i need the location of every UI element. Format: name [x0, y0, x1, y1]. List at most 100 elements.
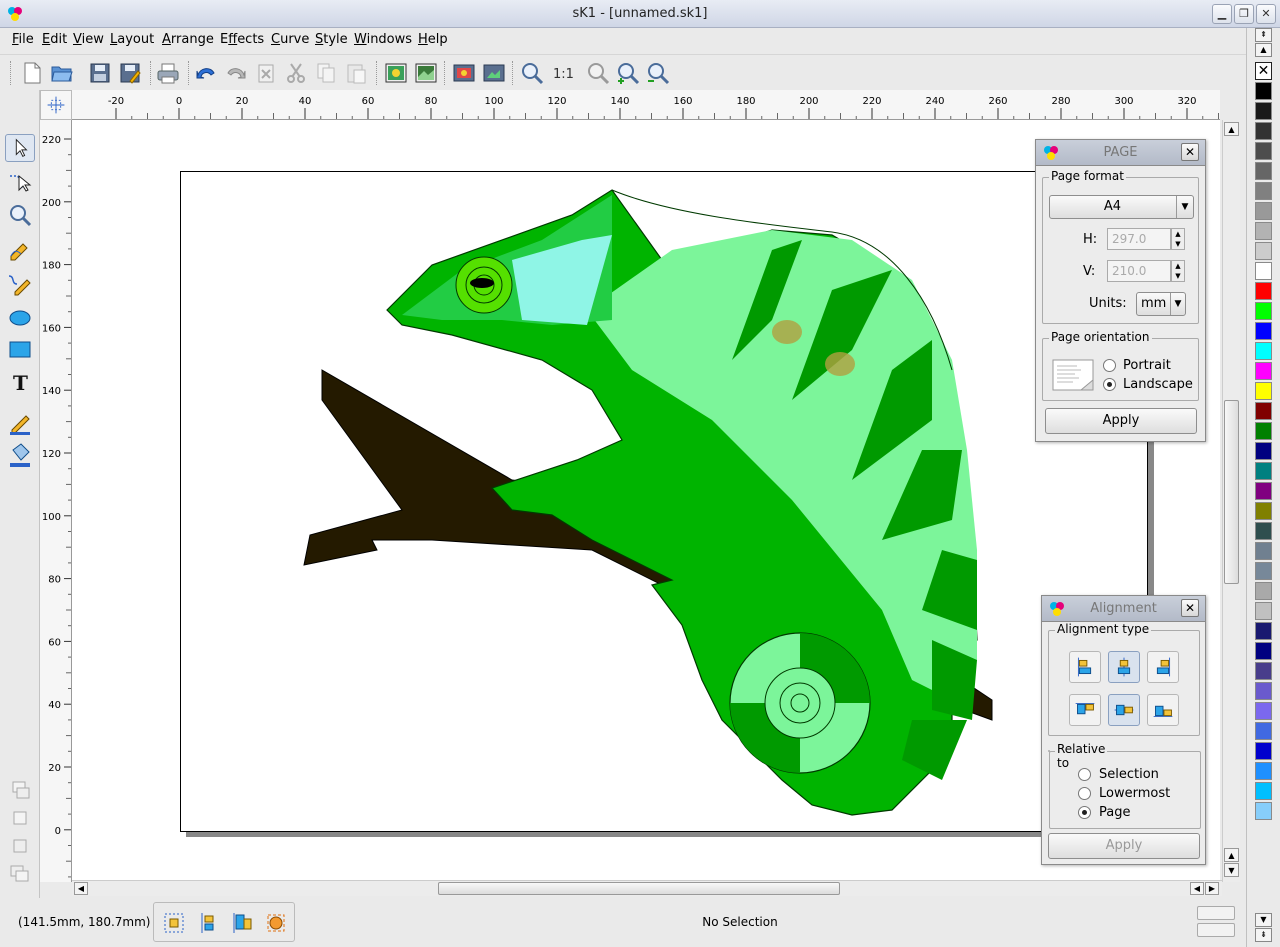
fill-indicator[interactable]: [1197, 906, 1235, 920]
color-swatch[interactable]: [1255, 562, 1272, 580]
menu-curve[interactable]: Curve: [271, 32, 309, 47]
print-icon[interactable]: [156, 61, 180, 85]
color-swatch[interactable]: [1255, 662, 1272, 680]
menu-windows[interactable]: Windows: [354, 32, 412, 47]
scroll-up-arrow-icon[interactable]: ▲: [1224, 848, 1239, 862]
color-swatch[interactable]: [1255, 362, 1272, 380]
cut-icon[interactable]: [284, 61, 308, 85]
color-swatch[interactable]: [1255, 782, 1272, 800]
color-swatch[interactable]: [1255, 642, 1272, 660]
portrait-radio[interactable]: [1103, 359, 1116, 372]
color-swatch[interactable]: [1255, 502, 1272, 520]
color-swatch[interactable]: [1255, 402, 1272, 420]
horizontal-ruler[interactable]: -20 0 20 40 60 80 100 120 140 160 180 200 220 240 260 2…: [72, 90, 1220, 120]
minimize-button[interactable]: ▁: [1212, 4, 1232, 24]
outline-pen-tool-icon[interactable]: [5, 408, 35, 436]
color-swatch[interactable]: [1255, 622, 1272, 640]
new-document-icon[interactable]: [20, 61, 44, 85]
close-icon[interactable]: ✕: [1181, 599, 1199, 617]
vertical-scroll-thumb[interactable]: [1224, 400, 1239, 584]
zoom-fit-icon[interactable]: [586, 61, 610, 85]
horizontal-scrollbar[interactable]: ◀ ◀ ▶: [72, 880, 1222, 896]
polyline-tool-icon[interactable]: [5, 270, 35, 298]
relative-page-radio[interactable]: [1078, 806, 1091, 819]
to-back-icon[interactable]: [5, 832, 35, 860]
color-swatch[interactable]: [1255, 142, 1272, 160]
palette-scroll-up-icon[interactable]: ▲: [1255, 43, 1272, 57]
color-swatch[interactable]: [1255, 122, 1272, 140]
selection-tool-icon[interactable]: [5, 134, 35, 162]
color-swatch[interactable]: [1255, 282, 1272, 300]
dynamic-guides-icon[interactable]: [264, 911, 288, 935]
align-center-v-icon[interactable]: [1108, 694, 1140, 726]
ellipse-tool-icon[interactable]: [5, 304, 35, 332]
vertical-ruler[interactable]: 220200180160140120100806040200-20: [40, 120, 72, 882]
width-field[interactable]: 210.0: [1107, 260, 1171, 282]
color-swatch[interactable]: [1255, 82, 1272, 100]
horizontal-scroll-thumb[interactable]: [438, 882, 840, 895]
color-swatch[interactable]: [1255, 722, 1272, 740]
color-swatch[interactable]: [1255, 802, 1272, 820]
color-swatch[interactable]: [1255, 522, 1272, 540]
color-swatch[interactable]: [1255, 582, 1272, 600]
paste-icon[interactable]: [344, 61, 368, 85]
menu-arrange[interactable]: Arrange: [162, 32, 214, 47]
zoom-100-icon[interactable]: 1:1: [552, 61, 576, 85]
export-image-icon[interactable]: [414, 61, 438, 85]
align-top-icon[interactable]: [1069, 694, 1101, 726]
save-icon[interactable]: [88, 61, 112, 85]
color-swatch[interactable]: [1255, 242, 1272, 260]
units-select[interactable]: mm ▼: [1136, 292, 1186, 316]
copy-icon[interactable]: [314, 61, 338, 85]
fill-tool-icon[interactable]: [5, 440, 35, 468]
scroll-right-arrow-icon[interactable]: ▶: [1205, 882, 1219, 895]
snap-to-guides-icon[interactable]: [196, 911, 220, 935]
color-swatch[interactable]: [1255, 742, 1272, 760]
color-swatch[interactable]: [1255, 342, 1272, 360]
color-swatch[interactable]: [1255, 422, 1272, 440]
redo-icon[interactable]: [224, 61, 248, 85]
color-swatch[interactable]: [1255, 202, 1272, 220]
color-swatch[interactable]: [1255, 222, 1272, 240]
color-swatch[interactable]: [1255, 462, 1272, 480]
height-field[interactable]: 297.0: [1107, 228, 1171, 250]
scroll-up-arrow-icon[interactable]: ▲: [1224, 122, 1239, 136]
node-edit-tool-icon[interactable]: [5, 168, 35, 196]
menu-style[interactable]: Style: [315, 32, 348, 47]
color-swatch[interactable]: [1255, 262, 1272, 280]
layer-up-icon[interactable]: [5, 776, 35, 804]
close-window-button[interactable]: ✕: [1256, 4, 1276, 24]
ruler-corner-guide-icon[interactable]: [40, 90, 72, 120]
save-as-icon[interactable]: [118, 61, 142, 85]
color-swatch[interactable]: [1255, 302, 1272, 320]
zoom-tool-icon[interactable]: [5, 202, 35, 230]
page-apply-button[interactable]: Apply: [1045, 408, 1197, 434]
palette-scroll-top-icon[interactable]: ⇞: [1255, 28, 1272, 42]
width-stepper[interactable]: ▲ ▼: [1171, 260, 1185, 282]
menu-edit[interactable]: Edit: [42, 32, 67, 47]
color-swatch[interactable]: [1255, 182, 1272, 200]
color-swatch[interactable]: [1255, 102, 1272, 120]
scroll-down-arrow-icon[interactable]: ▼: [1224, 863, 1239, 877]
menu-file[interactable]: File: [12, 32, 34, 47]
layer-down-icon[interactable]: [5, 804, 35, 832]
menu-layout[interactable]: Layout: [110, 32, 154, 47]
color-swatch[interactable]: [1255, 442, 1272, 460]
color-swatch[interactable]: [1255, 482, 1272, 500]
zoom-out-icon[interactable]: [646, 61, 670, 85]
page-panel-titlebar[interactable]: PAGE ✕: [1036, 140, 1205, 166]
color-swatch[interactable]: [1255, 322, 1272, 340]
maximize-button[interactable]: ❐: [1234, 4, 1254, 24]
align-center-h-icon[interactable]: [1108, 651, 1140, 683]
vertical-scrollbar[interactable]: ▲ ▲ ▼: [1222, 120, 1240, 882]
export-pdf-icon[interactable]: [452, 61, 476, 85]
palette-scroll-down-icon[interactable]: ▼: [1255, 913, 1272, 927]
no-color-swatch-icon[interactable]: ✕: [1255, 62, 1272, 80]
color-swatch[interactable]: [1255, 542, 1272, 560]
page-format-select[interactable]: A4 ▼: [1049, 195, 1194, 219]
height-stepper[interactable]: ▲ ▼: [1171, 228, 1185, 250]
alignment-panel-titlebar[interactable]: Alignment ✕: [1042, 596, 1205, 622]
relative-lowermost-radio[interactable]: [1078, 787, 1091, 800]
open-folder-icon[interactable]: [50, 61, 74, 85]
menu-help[interactable]: Help: [418, 32, 448, 47]
